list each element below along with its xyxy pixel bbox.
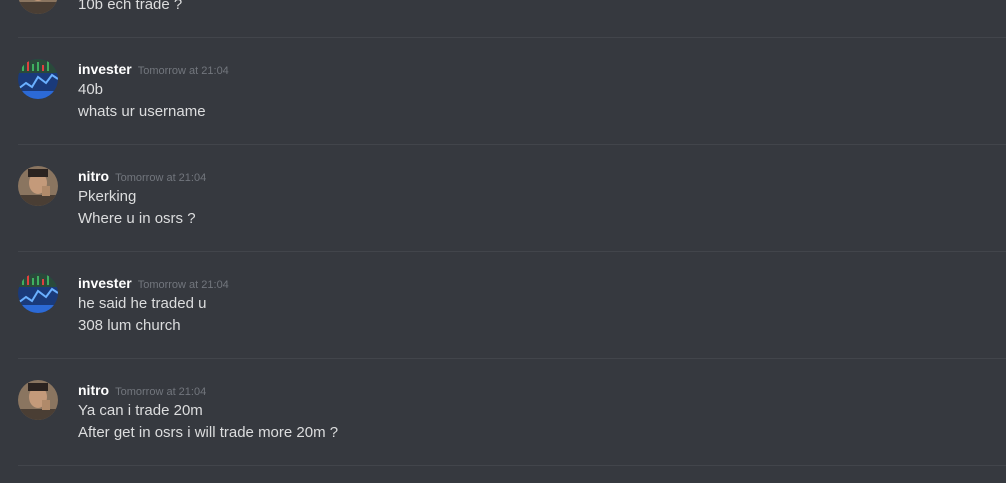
message-line: whats ur username <box>78 103 206 120</box>
message-group: nitro Tomorrow at 21:04 Pkerking Where u … <box>18 166 1006 236</box>
message-timestamp: Tomorrow at 21:04 <box>115 386 207 398</box>
message-header: invester Tomorrow at 21:04 <box>78 59 229 81</box>
message-divider <box>18 251 1006 252</box>
author-username[interactable]: nitro <box>78 382 109 398</box>
nitro-avatar-icon[interactable] <box>18 380 58 420</box>
message-divider <box>18 144 1006 145</box>
message-divider <box>18 358 1006 359</box>
chat-message-list: 10b ech trade ? invester Tomorrow at 21:0… <box>0 0 1006 483</box>
message-line: 10b ech trade ? <box>78 0 183 13</box>
author-username[interactable]: nitro <box>78 168 109 184</box>
message-group: 10b ech trade ? <box>18 0 1006 34</box>
message-divider <box>18 37 1006 38</box>
author-username[interactable]: invester <box>78 61 132 77</box>
message-header: invester Tomorrow at 21:04 <box>78 273 229 295</box>
message-line: Pkerking <box>78 188 137 205</box>
message-timestamp: Tomorrow at 21:04 <box>137 279 229 291</box>
message-line: Ya can i trade 20m <box>78 402 203 419</box>
invester-avatar-icon[interactable] <box>18 273 58 313</box>
message-line: After get in osrs i will trade more 20m … <box>78 424 339 441</box>
message-group: invester Tomorrow at 21:04 40b whats ur u… <box>18 59 1006 129</box>
message-group: nitro Tomorrow at 21:04 Ya can i trade 20… <box>18 380 1006 450</box>
nitro-avatar-icon[interactable] <box>18 0 58 14</box>
message-line: 40b <box>78 81 104 98</box>
message-timestamp: Tomorrow at 21:04 <box>115 172 207 184</box>
message-header: nitro Tomorrow at 21:04 <box>78 166 206 188</box>
message-line: Where u in osrs ? <box>78 210 196 227</box>
message-timestamp: Tomorrow at 21:04 <box>137 65 229 77</box>
nitro-avatar-icon[interactable] <box>18 166 58 206</box>
message-header: nitro Tomorrow at 21:04 <box>78 380 206 402</box>
message-line: 308 lum church <box>78 317 181 334</box>
message-group: invester Tomorrow at 21:04 he said he tra… <box>18 273 1006 343</box>
message-divider <box>18 465 1006 466</box>
author-username[interactable]: invester <box>78 275 132 291</box>
message-line: he said he traded u <box>78 295 207 312</box>
invester-avatar-icon[interactable] <box>18 59 58 99</box>
